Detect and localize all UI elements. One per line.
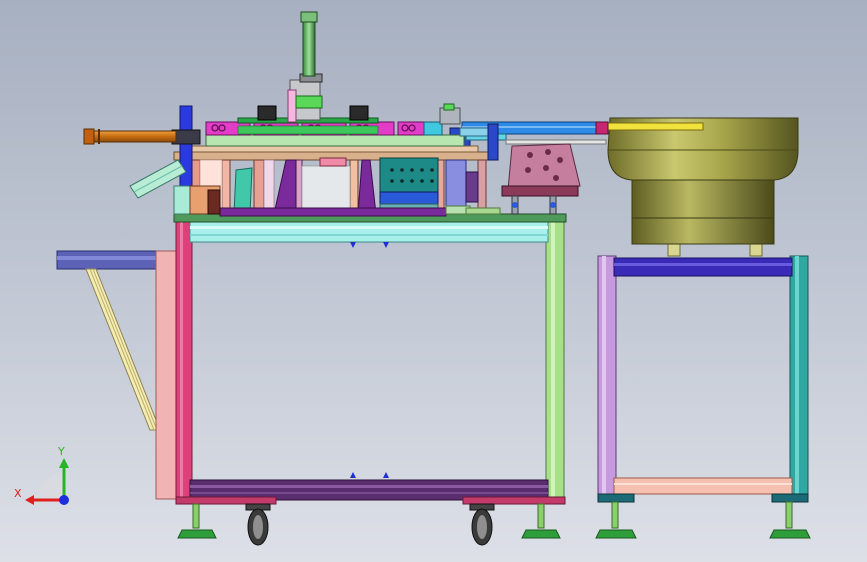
cad-viewport[interactable]: X Y — [0, 0, 867, 562]
y-axis-arrowhead — [59, 458, 69, 468]
triad-plane-indicator — [37, 472, 64, 500]
x-axis-label: X — [14, 487, 22, 500]
y-axis-label: Y — [57, 445, 65, 458]
z-axis-origin — [59, 495, 69, 505]
x-axis-arrowhead — [25, 495, 34, 505]
coordinate-triad: X Y — [14, 445, 69, 505]
